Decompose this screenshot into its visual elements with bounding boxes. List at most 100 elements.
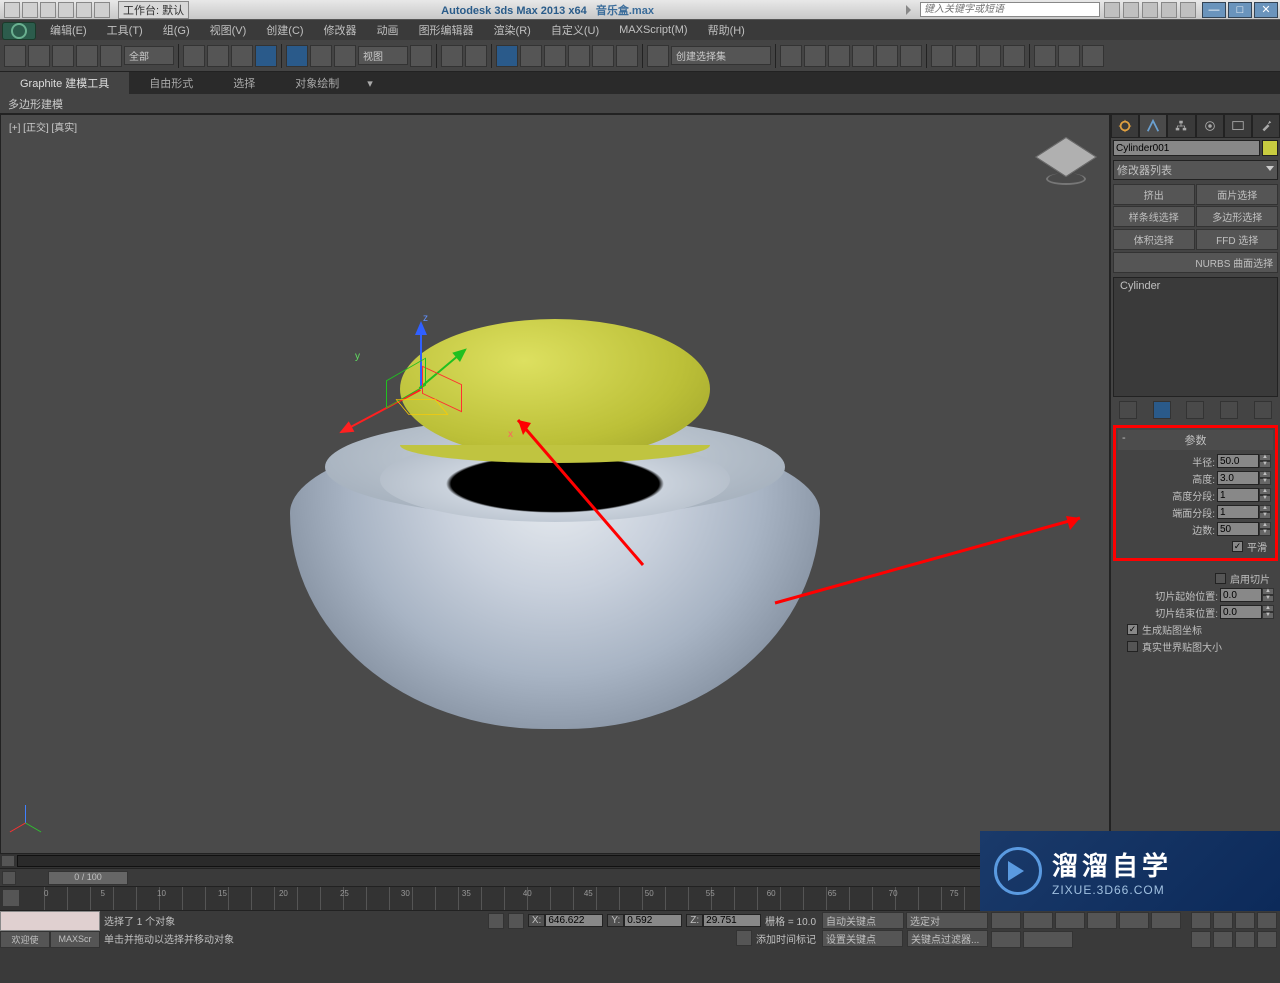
mod-btn-patchsel[interactable]: 面片选择 xyxy=(1196,184,1278,205)
lock-selection-icon[interactable] xyxy=(488,913,504,929)
mod-btn-volsel[interactable]: 体积选择 xyxy=(1113,229,1195,250)
viewcube[interactable] xyxy=(1041,133,1091,183)
mod-btn-extrude[interactable]: 挤出 xyxy=(1113,184,1195,205)
transform-z-input[interactable] xyxy=(703,914,761,927)
slice-checkbox[interactable] xyxy=(1215,573,1226,584)
select-object-icon[interactable] xyxy=(183,45,205,67)
param-radius-input[interactable] xyxy=(1217,454,1259,468)
welcome-button[interactable]: 欢迎使 xyxy=(0,931,50,949)
minimize-button[interactable]: — xyxy=(1202,2,1226,18)
curve-editor-icon[interactable] xyxy=(876,45,898,67)
realworld-checkbox[interactable] xyxy=(1127,641,1138,652)
qat-save-icon[interactable] xyxy=(58,2,74,18)
mod-btn-nurbs[interactable]: NURBS 曲面选择 xyxy=(1113,252,1278,273)
snap-3d-icon[interactable] xyxy=(592,45,614,67)
zoom-all-icon[interactable] xyxy=(1213,912,1233,929)
stack-remove-icon[interactable] xyxy=(1220,401,1238,419)
tab-hierarchy[interactable] xyxy=(1167,114,1195,138)
timeslider-mode-icon[interactable] xyxy=(2,871,16,885)
mod-btn-ffdsel[interactable]: FFD 选择 xyxy=(1196,229,1278,250)
mod-btn-splinesel[interactable]: 样条线选择 xyxy=(1113,206,1195,227)
key-mode-icon[interactable] xyxy=(1151,912,1181,929)
help-icon[interactable] xyxy=(1180,2,1196,18)
goto-end-icon[interactable] xyxy=(1119,912,1149,929)
close-button[interactable]: ✕ xyxy=(1254,2,1278,18)
transform-x-input[interactable] xyxy=(545,914,603,927)
object-color-swatch[interactable] xyxy=(1262,140,1278,156)
snap-percent-icon[interactable] xyxy=(544,45,566,67)
select-move-icon[interactable] xyxy=(286,45,308,67)
teapot-production-icon[interactable] xyxy=(1058,45,1080,67)
tab-display[interactable] xyxy=(1224,114,1252,138)
maxscript-button[interactable]: MAXScr xyxy=(50,931,100,949)
search-go-icon[interactable] xyxy=(1104,2,1120,18)
menu-grapheditors[interactable]: 图形编辑器 xyxy=(409,20,484,40)
mirror-icon[interactable] xyxy=(780,45,802,67)
ribbon-tab-graphite[interactable]: Graphite 建模工具 xyxy=(0,72,129,94)
trackbar-toggle-icon[interactable] xyxy=(2,889,20,907)
ribbon-tab-freeform[interactable]: 自由形式 xyxy=(129,72,213,94)
genmap-checkbox[interactable]: ✓ xyxy=(1127,624,1138,635)
ref-coord-dropdown[interactable]: 视图 xyxy=(358,46,408,65)
smooth-checkbox[interactable]: ✓ xyxy=(1232,541,1243,552)
menu-help[interactable]: 帮助(H) xyxy=(698,20,755,40)
menu-customize[interactable]: 自定义(U) xyxy=(541,20,609,40)
autokey-button[interactable]: 自动关键点 xyxy=(822,912,904,929)
select-region-icon[interactable] xyxy=(231,45,253,67)
goto-start-icon[interactable] xyxy=(991,912,1021,929)
maximize-button[interactable]: □ xyxy=(1228,2,1252,18)
menu-maxscript[interactable]: MAXScript(M) xyxy=(609,22,697,38)
named-sel-dropdown[interactable]: 创建选择集 xyxy=(671,46,771,65)
qat-new-icon[interactable] xyxy=(22,2,38,18)
current-frame-input[interactable] xyxy=(1023,931,1073,948)
object-name-input[interactable] xyxy=(1113,140,1260,156)
render-production-icon[interactable] xyxy=(1003,45,1025,67)
snap-toggle-icon[interactable] xyxy=(616,45,638,67)
param-height-input[interactable] xyxy=(1217,471,1259,485)
menu-group[interactable]: 组(G) xyxy=(153,20,200,40)
tab-create[interactable] xyxy=(1111,114,1139,138)
ribbon-tab-expand[interactable]: ▾ xyxy=(359,74,381,93)
fov-icon[interactable] xyxy=(1191,931,1211,948)
spinner-up-icon[interactable]: ▲ xyxy=(1259,454,1271,461)
material-editor-icon[interactable] xyxy=(931,45,953,67)
qat-undo-icon[interactable] xyxy=(76,2,92,18)
keyfilters-button[interactable]: 关键点过滤器... xyxy=(907,930,988,947)
favorite-icon[interactable] xyxy=(1161,2,1177,18)
modifier-stack[interactable]: Cylinder xyxy=(1113,277,1278,397)
selected-pin-dropdown[interactable]: 选定对 xyxy=(906,912,988,929)
spinner-down-icon[interactable]: ▼ xyxy=(1259,461,1271,468)
selection-filter-dropdown[interactable]: 全部 xyxy=(124,46,174,65)
param-heightsegs-input[interactable] xyxy=(1217,488,1259,502)
spinner-snap-icon[interactable] xyxy=(568,45,590,67)
zoom-extents-all-icon[interactable] xyxy=(1257,912,1277,929)
orbit-icon[interactable] xyxy=(1235,931,1255,948)
layer-manager-icon[interactable] xyxy=(852,45,874,67)
select-manipulate-icon[interactable] xyxy=(441,45,463,67)
rollout-header[interactable]: 参数 xyxy=(1118,430,1273,450)
tab-motion[interactable] xyxy=(1196,114,1224,138)
modifier-list-dropdown[interactable]: 修改器列表 xyxy=(1113,160,1278,180)
link-icon[interactable] xyxy=(52,45,74,67)
param-sides-input[interactable] xyxy=(1217,522,1259,536)
tab-modify[interactable] xyxy=(1139,114,1167,138)
snap-angle-icon[interactable] xyxy=(520,45,542,67)
stack-config-icon[interactable] xyxy=(1254,401,1272,419)
pivot-center-icon[interactable] xyxy=(410,45,432,67)
teapot-iterative-icon[interactable] xyxy=(1082,45,1104,67)
add-time-tag[interactable]: 添加时间标记 xyxy=(756,931,816,946)
menu-rendering[interactable]: 渲染(R) xyxy=(484,20,541,40)
select-by-name-icon[interactable] xyxy=(207,45,229,67)
time-slider-handle[interactable]: 0 / 100 xyxy=(48,871,128,885)
select-rotate-icon[interactable] xyxy=(310,45,332,67)
window-crossing-icon[interactable] xyxy=(255,45,277,67)
subscription-icon[interactable] xyxy=(1123,2,1139,18)
keyboard-shortcut-icon[interactable] xyxy=(465,45,487,67)
menu-tools[interactable]: 工具(T) xyxy=(97,20,153,40)
zoom-extents-icon[interactable] xyxy=(1235,912,1255,929)
schematic-view-icon[interactable] xyxy=(900,45,922,67)
ribbon-tab-selection[interactable]: 选择 xyxy=(213,72,275,94)
ribbon-panel-polymodel[interactable]: 多边形建模 xyxy=(0,94,1280,114)
unlink-icon[interactable] xyxy=(76,45,98,67)
zoom-icon[interactable] xyxy=(1191,912,1211,929)
